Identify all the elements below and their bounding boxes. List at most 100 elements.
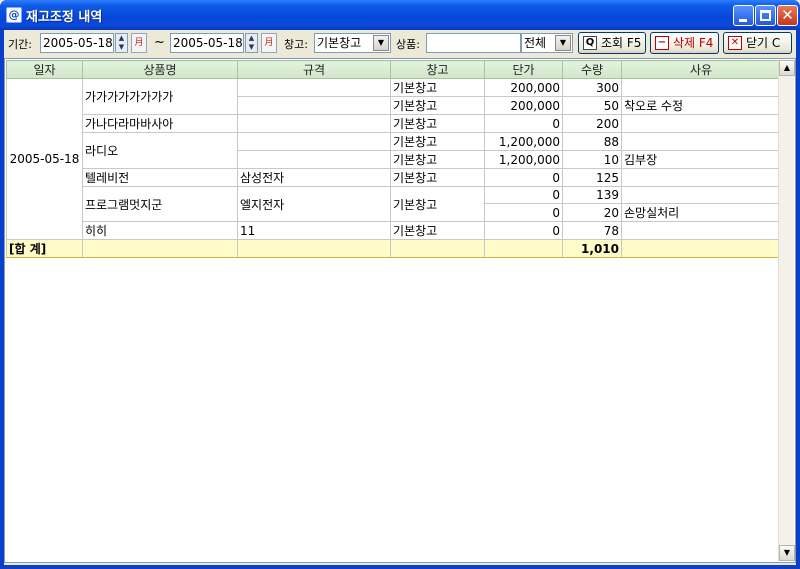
table-row[interactable]: 프로그램멋지군 엘지전자 기본창고 0 139: [7, 186, 781, 222]
price-cell[interactable]: 200,000: [484, 96, 563, 115]
spec-cell[interactable]: [237, 114, 391, 133]
total-qty: 1,010: [562, 239, 622, 258]
reason-cell[interactable]: 착오로 수정: [621, 96, 781, 115]
product-cell[interactable]: 텔레비전: [82, 168, 238, 187]
date-to-spinner[interactable]: ▲ ▼: [245, 33, 258, 53]
date-from-calendar-icon[interactable]: 月: [131, 33, 147, 53]
date-to-calendar-icon[interactable]: 月: [261, 33, 277, 53]
spec-cell[interactable]: [237, 150, 391, 169]
warehouse-cell[interactable]: 기본창고: [390, 168, 485, 187]
scroll-up-icon[interactable]: ▲: [779, 60, 795, 76]
column-header-price[interactable]: 단가: [484, 60, 563, 79]
adjustment-grid[interactable]: 일자 상품명 규격 창고 단가 수량 사유 2005-05-18 가가가가가가가…: [4, 58, 796, 563]
date-from-input[interactable]: 2005-05-18: [40, 33, 114, 53]
reason-cell[interactable]: [621, 132, 781, 151]
price-cell[interactable]: 0: [484, 221, 563, 240]
date-range-separator: ~: [154, 35, 165, 50]
minimize-button[interactable]: [733, 5, 754, 26]
spec-cell[interactable]: 삼성전자: [237, 168, 391, 187]
qty-cell[interactable]: 125: [562, 168, 622, 187]
price-cell[interactable]: 0: [484, 168, 563, 187]
qty-cell[interactable]: 200: [562, 114, 622, 133]
date-from-spinner[interactable]: ▲ ▼: [115, 33, 128, 53]
date-to-input[interactable]: 2005-05-18: [170, 33, 244, 53]
product-cell[interactable]: 가가가가가가가가: [82, 78, 238, 115]
close-button-label: 닫기 C: [746, 36, 781, 50]
spec-cell[interactable]: [237, 132, 391, 151]
product-cell[interactable]: 히히: [82, 221, 238, 240]
spec-cell[interactable]: 엘지전자: [237, 186, 391, 222]
warehouse-select[interactable]: 기본창고 ▼: [314, 33, 391, 53]
product-filter-select[interactable]: 전체 ▼: [521, 33, 573, 53]
warehouse-cell[interactable]: 기본창고: [390, 78, 485, 97]
product-filter-value: 전체: [524, 36, 547, 50]
reason-cell[interactable]: 김부장: [621, 150, 781, 169]
total-row: [합 계] 1,010: [6, 239, 781, 258]
reason-cell[interactable]: [621, 186, 781, 204]
table-row[interactable]: 가나다라마바사아 기본창고 0 200: [7, 114, 781, 133]
column-header-date[interactable]: 일자: [6, 60, 83, 79]
spec-cell[interactable]: [237, 96, 391, 115]
maximize-icon: [760, 10, 771, 21]
spec-cell[interactable]: [237, 78, 391, 97]
window-title: 재고조정 내역: [26, 10, 103, 25]
product-input[interactable]: [426, 33, 521, 53]
column-header-product[interactable]: 상품명: [82, 60, 238, 79]
qty-cell[interactable]: 10: [562, 150, 622, 169]
warehouse-cell[interactable]: 기본창고: [390, 114, 485, 133]
qty-cell[interactable]: 300: [562, 78, 622, 97]
price-cell[interactable]: 1,200,000: [484, 150, 563, 169]
close-button[interactable]: ✕ 닫기 C: [723, 32, 792, 54]
qty-cell[interactable]: 50: [562, 96, 622, 115]
column-header-qty[interactable]: 수량: [562, 60, 622, 79]
qty-cell[interactable]: 78: [562, 221, 622, 240]
price-cell[interactable]: 200,000: [484, 78, 563, 97]
warehouse-cell[interactable]: 기본창고: [390, 132, 485, 151]
spec-cell[interactable]: 11: [237, 221, 391, 240]
table-row[interactable]: 2005-05-18 가가가가가가가가 기본창고 200,000 300: [6, 78, 781, 240]
close-window-button[interactable]: ✕: [777, 5, 798, 26]
reason-cell[interactable]: 손망실처리: [621, 203, 781, 222]
product-cell[interactable]: 프로그램멋지군: [82, 186, 238, 222]
chevron-down-icon[interactable]: ▼: [555, 35, 571, 51]
title-bar[interactable]: @ 재고조정 내역 ✕: [0, 0, 800, 30]
spin-up-icon[interactable]: ▲: [116, 34, 127, 43]
column-header-reason[interactable]: 사유: [621, 60, 781, 79]
qty-cell[interactable]: 139: [562, 186, 622, 204]
scroll-down-icon[interactable]: ▼: [779, 545, 795, 561]
column-header-warehouse[interactable]: 창고: [390, 60, 485, 79]
price-cell[interactable]: 1,200,000: [484, 132, 563, 151]
product-cell[interactable]: 라디오: [82, 132, 238, 169]
warehouse-cell[interactable]: 기본창고: [390, 186, 485, 222]
delete-icon: −: [655, 36, 669, 50]
date-cell[interactable]: 2005-05-18: [6, 78, 83, 240]
table-row[interactable]: 히히 11 기본창고 0 78: [7, 221, 781, 240]
spin-down-icon[interactable]: ▼: [246, 43, 257, 52]
price-cell[interactable]: 0: [484, 114, 563, 133]
warehouse-cell[interactable]: 기본창고: [390, 221, 485, 240]
client-area: 기간: 2005-05-18 ▲ ▼ 月 ~ 2005-05-18 ▲ ▼ 月 창고…: [4, 30, 796, 565]
reason-cell[interactable]: [621, 78, 781, 97]
warehouse-cell[interactable]: 기본창고: [390, 96, 485, 115]
table-row[interactable]: 라디오 기본창고 1,200,000 88: [7, 132, 781, 169]
warehouse-cell[interactable]: 기본창고: [390, 150, 485, 169]
price-cell[interactable]: 0: [484, 203, 563, 222]
reason-cell[interactable]: [621, 168, 781, 187]
spin-up-icon[interactable]: ▲: [246, 34, 257, 43]
table-row[interactable]: 텔레비전 삼성전자 기본창고 0 125: [7, 168, 781, 187]
search-button[interactable]: Q 조회 F5: [578, 32, 646, 54]
column-header-spec[interactable]: 규격: [237, 60, 391, 79]
reason-cell[interactable]: [621, 221, 781, 240]
spin-down-icon[interactable]: ▼: [116, 43, 127, 52]
total-label: [합 계]: [6, 239, 83, 258]
adjustment-table: 일자 상품명 규격 창고 단가 수량 사유 2005-05-18 가가가가가가가…: [6, 60, 781, 258]
qty-cell[interactable]: 88: [562, 132, 622, 151]
vertical-scrollbar[interactable]: ▲ ▼: [778, 60, 795, 561]
chevron-down-icon[interactable]: ▼: [373, 35, 389, 51]
price-cell[interactable]: 0: [484, 186, 563, 204]
product-cell[interactable]: 가나다라마바사아: [82, 114, 238, 133]
qty-cell[interactable]: 20: [562, 203, 622, 222]
maximize-button[interactable]: [755, 5, 776, 26]
delete-button[interactable]: − 삭제 F4: [650, 32, 719, 54]
reason-cell[interactable]: [621, 114, 781, 133]
